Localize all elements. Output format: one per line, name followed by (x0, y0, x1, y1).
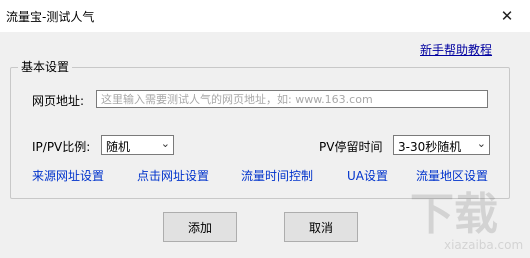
ratio-select-value: 随机 (106, 140, 131, 154)
chevron-down-icon: ⌄ (476, 137, 486, 150)
traffic-time-control-link[interactable]: 流量时间控制 (241, 167, 313, 184)
watermark-text: 下载 (410, 189, 498, 240)
title-bar: 流量宝-测试人气 ✕ (0, 0, 530, 32)
stay-time-select-value: 3-30秒随机 (398, 140, 462, 154)
source-url-settings-link[interactable]: 来源网址设置 (32, 167, 104, 184)
url-label: 网页地址: (32, 94, 85, 108)
stay-time-select[interactable]: 3-30秒随机 ⌄ (393, 135, 490, 155)
window-title: 流量宝-测试人气 (6, 10, 95, 24)
add-button[interactable]: 添加 (163, 212, 237, 242)
cancel-button[interactable]: 取消 (284, 212, 358, 242)
stay-time-label: PV停留时间 (319, 140, 383, 154)
ua-settings-link[interactable]: UA设置 (347, 167, 388, 184)
group-title: 基本设置 (18, 58, 73, 75)
url-input[interactable] (96, 90, 488, 108)
ratio-select[interactable]: 随机 ⌄ (101, 135, 174, 155)
close-icon[interactable]: ✕ (484, 0, 530, 32)
watermark-logo: 下载 xiazaiba.com (410, 178, 526, 256)
click-url-settings-link[interactable]: 点击网址设置 (137, 167, 209, 184)
ratio-label: IP/PV比例: (32, 140, 91, 154)
help-tutorial-link[interactable]: 新手帮助教程 (420, 41, 492, 58)
chevron-down-icon: ⌄ (160, 137, 170, 150)
watermark-subtext: xiazaiba.com (444, 238, 524, 252)
